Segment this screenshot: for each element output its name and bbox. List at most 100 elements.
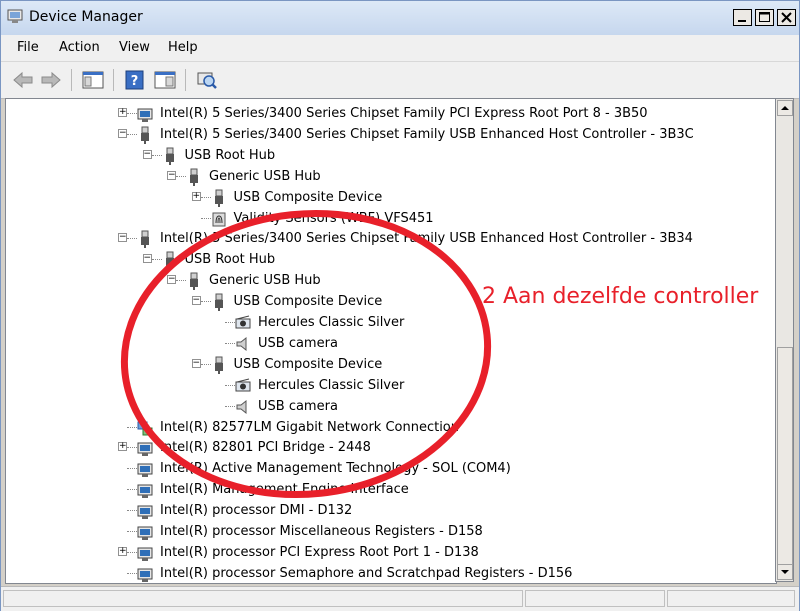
tree-row[interactable]: Hercules Classic Silver	[6, 312, 776, 333]
scroll-down-button[interactable]	[777, 564, 793, 580]
device-manager-icon	[7, 9, 23, 23]
maximize-button[interactable]	[755, 9, 774, 26]
scroll-thumb[interactable]	[777, 347, 793, 569]
tree-row[interactable]: Intel(R) processor Miscellaneous Registe…	[6, 521, 776, 542]
vertical-scrollbar[interactable]	[775, 98, 794, 582]
scroll-up-icon	[781, 106, 789, 110]
webcam-icon	[235, 378, 251, 392]
device-manager-window: Device Manager File Action View Help ? +…	[0, 0, 800, 611]
forward-icon[interactable]	[39, 69, 63, 91]
title-bar[interactable]: Device Manager	[1, 1, 799, 36]
pci-device-icon	[137, 442, 153, 457]
minimize-icon	[738, 20, 746, 22]
tree-row-label: Intel(R) 5 Series/3400 Series Chipset Fa…	[160, 106, 648, 121]
fingerprint-sensor-icon	[212, 212, 225, 226]
tree-row[interactable]: Intel(R) processor DMI - D132	[6, 500, 776, 521]
expand-toggle[interactable]: +	[118, 546, 127, 556]
menu-view[interactable]: View	[119, 40, 150, 55]
collapse-toggle[interactable]: −	[191, 358, 201, 368]
close-button[interactable]	[777, 9, 796, 26]
pci-device-icon	[137, 568, 153, 582]
tree-row[interactable]: Hercules Classic Silver	[6, 375, 776, 396]
tree-row-label: Intel(R) Management Engine Interface	[160, 482, 409, 498]
tree-row[interactable]: + Intel(R) 5 Series/3400 Series Chipset F…	[6, 103, 776, 124]
menu-file[interactable]: File	[17, 40, 39, 55]
tree-row[interactable]: Intel(R) processor Semaphore and Scratch…	[6, 563, 776, 583]
pci-device-icon	[137, 484, 153, 499]
status-cell	[3, 590, 523, 607]
tree-row-label: USB Composite Device	[233, 356, 383, 372]
tree-row-label: USB Root Hub	[184, 252, 276, 268]
tree-row[interactable]: USB camera	[6, 333, 776, 354]
minimize-button[interactable]	[733, 9, 752, 26]
collapse-toggle[interactable]: −	[142, 149, 152, 159]
webcam-icon	[235, 315, 251, 329]
scroll-up-button[interactable]	[777, 100, 793, 116]
tree-row-label: USB camera	[258, 335, 338, 351]
show-hide-console-tree-icon[interactable]	[81, 69, 105, 91]
collapse-toggle[interactable]: −	[167, 170, 176, 180]
tree-row[interactable]: Intel(R) 82577LM Gigabit Network Connect…	[6, 417, 776, 438]
tree-row-label: USB camera	[258, 398, 338, 414]
tree-row[interactable]: − Generic USB Hub	[6, 166, 776, 187]
pci-device-icon	[137, 505, 153, 520]
usb-plug-icon	[165, 147, 174, 165]
tree-row[interactable]: + USB Composite Device	[6, 187, 776, 208]
tree-row-label: Intel(R) 82801 PCI Bridge - 2448	[160, 440, 371, 456]
usb-plug-icon	[165, 251, 174, 270]
scan-for-hardware-icon[interactable]	[195, 69, 219, 91]
tree-row-label: Intel(R) 82577LM Gigabit Network Connect…	[160, 419, 459, 435]
tree-row[interactable]: − USB Composite Device	[6, 354, 776, 375]
tree-row-label: Intel(R) Active Management Technology - …	[160, 461, 511, 477]
annotation-text: 2 Aan dezelfde controller	[482, 284, 759, 309]
menu-help[interactable]: Help	[168, 40, 198, 55]
tree-row[interactable]: − Intel(R) 5 Series/3400 Series Chipset F…	[6, 124, 776, 145]
window-title: Device Manager	[29, 9, 143, 25]
tree-row-label: Intel(R) processor Semaphore and Scratch…	[160, 565, 573, 581]
expand-toggle[interactable]: +	[191, 191, 201, 201]
tree-row[interactable]: Validity Sensors (WBF) VFS451	[6, 208, 776, 229]
collapse-toggle[interactable]: −	[191, 296, 201, 306]
usb-plug-icon	[214, 293, 223, 312]
tree-row-label: Validity Sensors (WBF) VFS451	[233, 210, 434, 226]
properties-icon[interactable]	[153, 69, 177, 91]
back-icon[interactable]	[11, 69, 35, 91]
menu-bar: File Action View Help	[1, 35, 799, 61]
tree-row-label: USB Root Hub	[184, 147, 276, 163]
svg-text:?: ?	[131, 74, 139, 89]
toolbar: ?	[1, 61, 799, 99]
toolbar-separator	[185, 69, 186, 91]
speaker-icon	[236, 336, 247, 351]
usb-plug-icon	[214, 356, 223, 374]
tree-row[interactable]: Intel(R) Management Engine Interface	[6, 479, 776, 500]
device-tree[interactable]: + Intel(R) 5 Series/3400 Series Chipset F…	[5, 98, 777, 584]
collapse-toggle[interactable]: −	[118, 233, 127, 243]
scroll-down-icon	[781, 570, 789, 574]
toolbar-separator	[113, 69, 114, 91]
pci-device-icon	[137, 547, 153, 561]
collapse-toggle[interactable]: −	[142, 254, 152, 264]
tree-row[interactable]: USB camera	[6, 396, 776, 417]
tree-row-label: Hercules Classic Silver	[258, 315, 405, 330]
tree-row[interactable]: + Intel(R) 82801 PCI Bridge - 2448	[6, 437, 776, 458]
expand-toggle[interactable]: +	[118, 442, 127, 452]
tree-row-label: USB Composite Device	[233, 189, 383, 205]
tree-row[interactable]: + Intel(R) processor PCI Express Root Por…	[6, 542, 776, 563]
collapse-toggle[interactable]: −	[167, 275, 176, 285]
status-cell	[667, 590, 795, 607]
expand-toggle[interactable]: +	[118, 108, 127, 117]
tree-row[interactable]: Intel(R) Active Management Technology - …	[6, 458, 776, 479]
status-cell	[525, 590, 665, 607]
tree-row[interactable]: − USB Root Hub	[6, 249, 776, 270]
usb-plug-icon	[214, 189, 223, 207]
pci-device-icon	[137, 463, 153, 478]
tree-row-label: Intel(R) 5 Series/3400 Series Chipset Fa…	[160, 231, 693, 247]
tree-row[interactable]: − Intel(R) 5 Series/3400 Series Chipset F…	[6, 228, 776, 249]
help-icon[interactable]: ?	[123, 69, 147, 91]
collapse-toggle[interactable]: −	[118, 128, 127, 138]
tree-row-label: Generic USB Hub	[209, 168, 321, 184]
tree-row[interactable]: − USB Root Hub	[6, 145, 776, 166]
status-bar	[1, 586, 799, 611]
menu-action[interactable]: Action	[59, 40, 100, 55]
tree-row-label: Intel(R) processor DMI - D132	[160, 503, 353, 519]
